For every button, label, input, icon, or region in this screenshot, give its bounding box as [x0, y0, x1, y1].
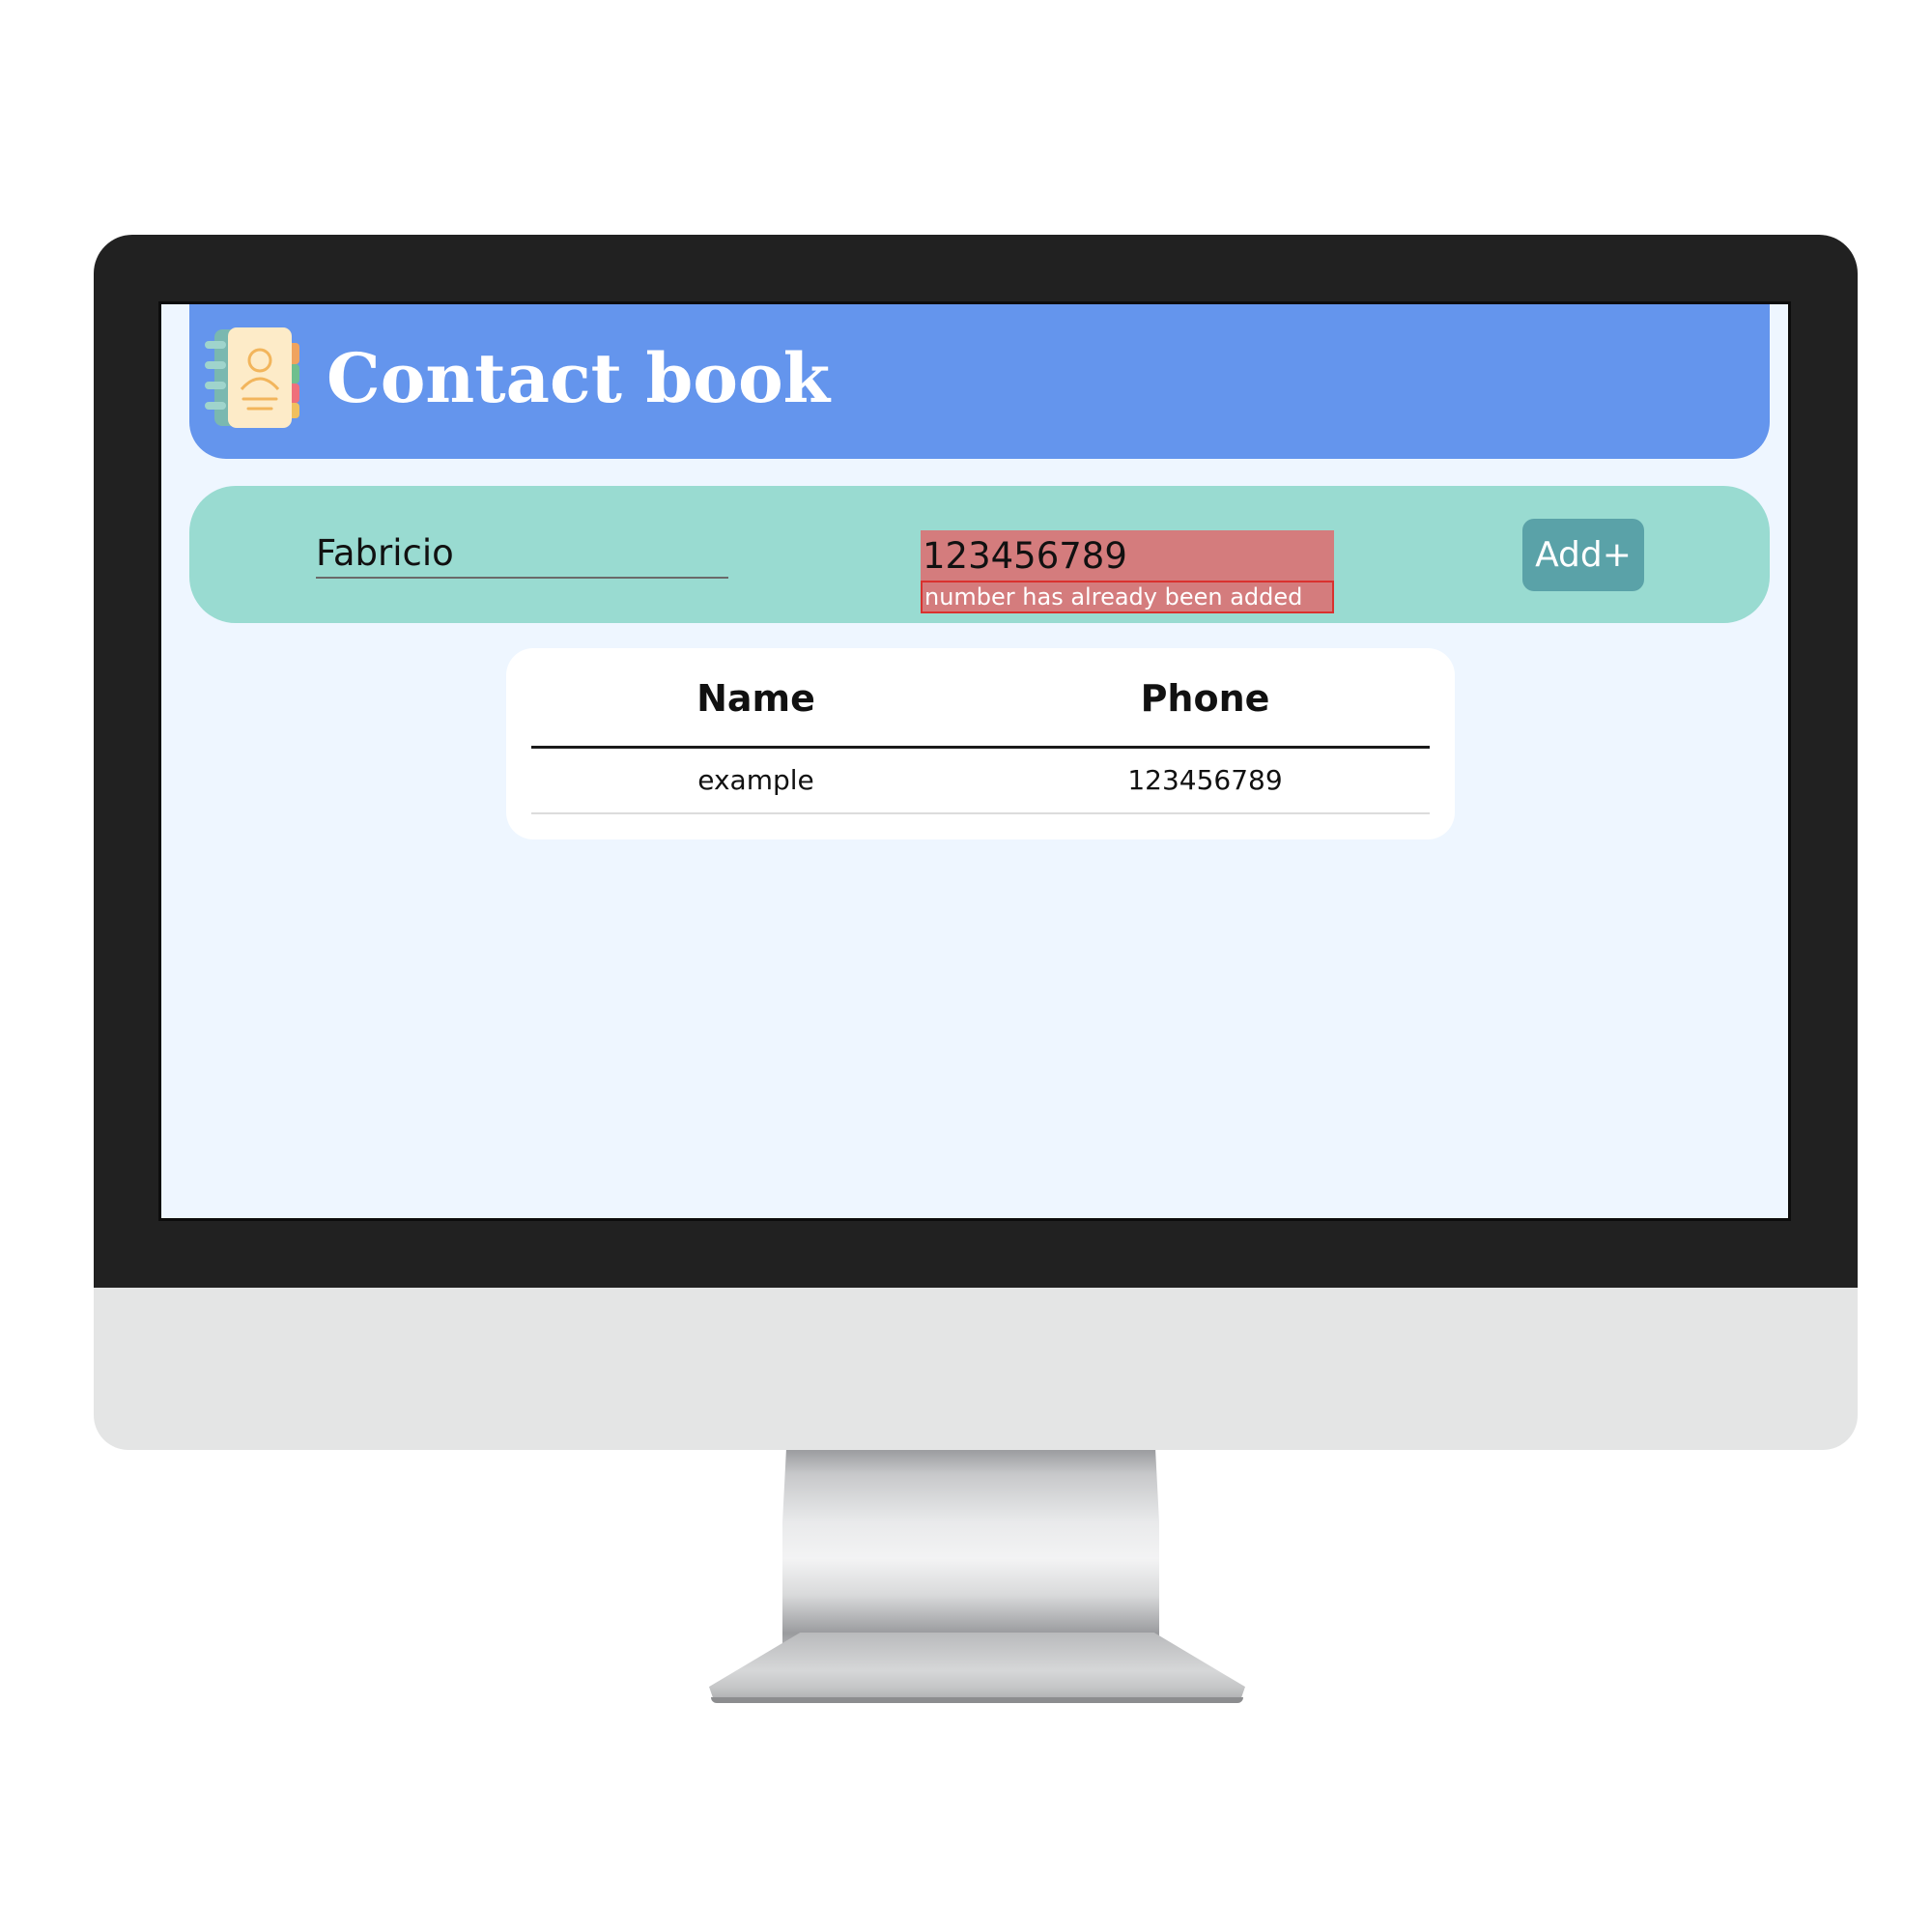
contacts-table: Name Phone example 123456789: [506, 648, 1455, 839]
name-input[interactable]: [316, 528, 728, 579]
monitor-stand-edge: [711, 1697, 1243, 1703]
table-header-row: Name Phone: [531, 648, 1430, 749]
phone-input[interactable]: [921, 530, 1334, 581]
contact-form: number has already been added Add+: [189, 486, 1770, 623]
app-header: Contact book: [189, 304, 1770, 459]
column-header-name: Name: [696, 677, 815, 720]
contact-book-icon: [205, 327, 299, 428]
phone-error-message: number has already been added: [921, 581, 1334, 613]
stage: Contact book number has already been add…: [0, 0, 1932, 1932]
app-title: Contact book: [327, 338, 831, 418]
monitor-stand-foot: [709, 1633, 1245, 1702]
table-row: example 123456789: [531, 749, 1430, 814]
contact-phone-cell: 123456789: [1127, 764, 1283, 796]
contact-name-cell: example: [697, 764, 814, 796]
monitor-chin: [94, 1288, 1858, 1450]
column-header-phone: Phone: [1140, 677, 1270, 720]
add-contact-button[interactable]: Add+: [1522, 519, 1644, 591]
screen: Contact book number has already been add…: [158, 301, 1791, 1221]
